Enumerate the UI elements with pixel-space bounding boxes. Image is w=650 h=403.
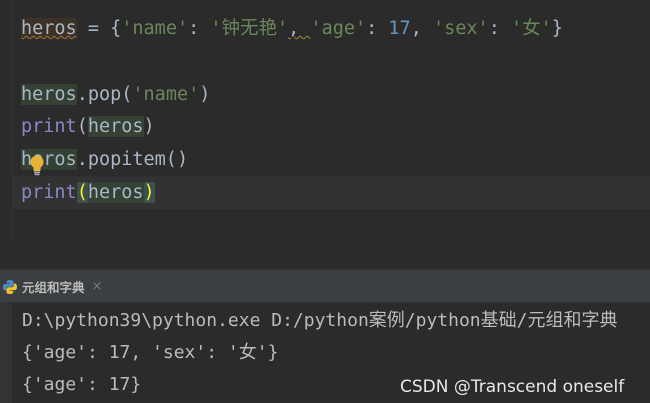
console-line-command: D:\python39\python.exe D:/python案例/pytho… [22,310,618,331]
code-line-6[interactable]: print(heros) [21,178,155,208]
editor-bottom-area [0,242,650,270]
builtin-print: print [21,182,77,203]
builtin-print: print [21,116,77,137]
dict-value: '钟无艳' [210,18,289,39]
variable-heros: heros [21,18,77,39]
watermark: CSDN @Transcend oneself [400,377,625,397]
variable-heros: heros [21,84,77,105]
matched-paren: ) [143,182,155,203]
variable-heros: heros [87,116,144,137]
console-line-output: {'age': 17, 'sex': '女'} [22,342,279,363]
dict-value: 17 [388,18,411,39]
console-line-output: {'age': 17} [22,374,142,395]
console-gutter [0,303,12,403]
dict-key: 'name' [121,18,189,39]
code-line-1[interactable]: heros = {'name': '钟无艳', 'age': 17, 'sex'… [21,14,563,44]
matched-paren: ( [76,182,88,203]
code-line-3[interactable]: heros.pop('name') [21,80,210,110]
variable-heros: heros [87,182,144,203]
code-editor[interactable]: heros = {'name': '钟无艳', 'age': 17, 'sex'… [0,0,650,242]
run-tab-bar: 元组和字典 × [0,270,650,303]
code-line-5[interactable]: heros.popitem() [21,145,188,175]
dict-key: 'age' [310,18,367,39]
run-tab-label: 元组和字典 [22,280,85,295]
code-line-4[interactable]: print(heros) [21,112,155,142]
close-icon[interactable]: × [92,279,103,294]
run-tab[interactable]: 元组和字典 × [0,270,114,303]
lightbulb-icon[interactable] [29,154,45,176]
dict-value: '女' [510,18,552,39]
python-icon [3,279,18,294]
dict-key: 'sex' [432,18,489,39]
